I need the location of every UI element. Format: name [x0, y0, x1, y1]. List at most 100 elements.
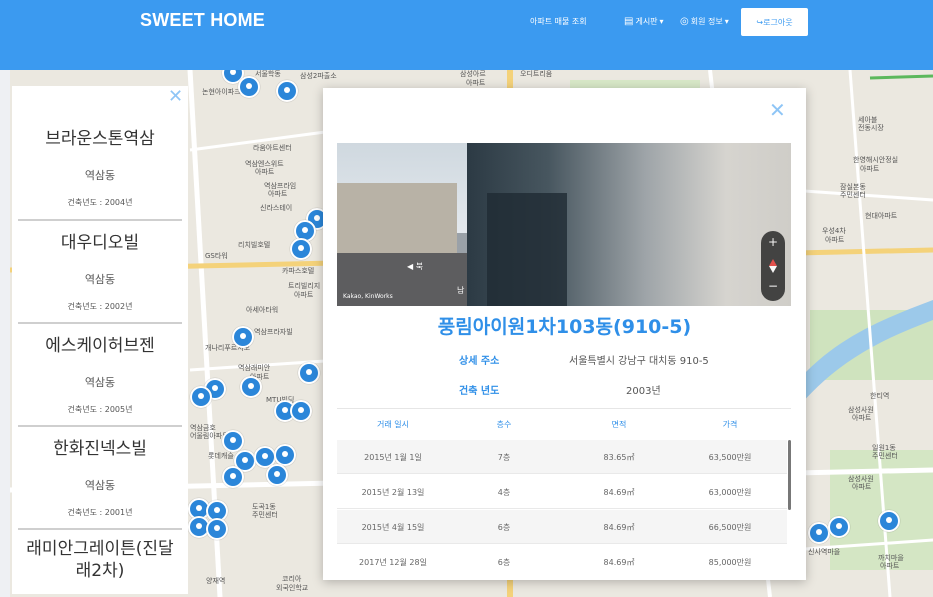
deal-table-header: 거래 일시 층수 면적 가격 [337, 408, 791, 438]
close-icon[interactable]: ✕ [769, 98, 786, 122]
nav-member-info[interactable]: ◎ 회원 정보 ▾ [680, 16, 729, 27]
close-icon[interactable]: ✕ [168, 86, 183, 107]
cell-area: 83.65㎡ [603, 453, 635, 462]
map-label: 아세아타워 [246, 306, 279, 314]
top-nav: 아파트 매물 조회 ▤ 게시판 ▾ ◎ 회원 정보 ▾ ↪ 로그아웃 [0, 8, 933, 36]
map-label: 우성4차 [822, 227, 846, 235]
apt-year: 건축년도 : 2004년 [67, 198, 133, 207]
cell-floor: 6층 [497, 558, 511, 567]
map-label: 삼성아르 [460, 70, 486, 78]
apartment-marker[interactable] [240, 376, 262, 398]
map-label: 아파트 [880, 562, 900, 570]
list-divider [18, 528, 182, 530]
map-label: 아파트 [294, 291, 314, 299]
build-year-label: 건축 년도 [459, 386, 500, 397]
map-label: 양재역 [206, 577, 226, 585]
map-label: 오디트리움 [520, 70, 553, 78]
map-label: GS타워 [205, 252, 228, 260]
cell-date: 2015년 2월 13일 [361, 488, 425, 497]
apartment-marker[interactable] [878, 510, 900, 532]
apartment-marker[interactable] [266, 464, 288, 486]
roadview-direction-south[interactable]: 남 [457, 285, 464, 296]
apt-name: 래미안그레이튼(진달래2차) [26, 539, 174, 581]
map-label: 라움아트센터 [253, 144, 292, 152]
apartment-marker[interactable] [290, 238, 312, 260]
map-label: 외국인학교 [276, 584, 309, 592]
apartment-marker[interactable] [222, 466, 244, 488]
map-label: 롯데캐슬 [208, 452, 234, 460]
nav-board[interactable]: ▤ 게시판 ▾ [624, 16, 664, 27]
apt-dong: 역삼동 [84, 376, 116, 389]
list-item[interactable]: 브라운스톤역삼 역삼동 건축년도 : 2004년 [12, 124, 188, 221]
col-header-floor: 층수 [496, 420, 512, 429]
roadview-image[interactable]: ◀ 북 남 Kakao, KinWorks + − [337, 143, 791, 306]
cell-price: 63,500만원 [708, 453, 752, 462]
cell-price: 85,000만원 [708, 558, 752, 567]
zoom-out-icon[interactable]: − [761, 279, 785, 293]
list-item[interactable]: 에스케이허브젠 역삼동 건축년도 : 2005년 [12, 331, 188, 427]
col-header-price: 가격 [722, 420, 738, 429]
map-label: 전동시장 [858, 124, 884, 132]
map-label: 삼성사원 [848, 406, 874, 414]
nav-apt-search[interactable]: 아파트 매물 조회 [530, 16, 587, 27]
map-label: 아파트 [268, 190, 288, 198]
address-value: 서울특별시 강남구 대치동 910-5 [569, 356, 709, 367]
list-divider [18, 425, 182, 427]
apartment-marker[interactable] [222, 430, 244, 452]
map-label: 아파트 [860, 165, 880, 173]
zoom-in-icon[interactable]: + [761, 235, 785, 249]
nav-board-label: 게시판 [635, 17, 658, 26]
apartment-marker[interactable] [238, 76, 260, 98]
roadview-credit: Kakao, KinWorks [343, 293, 393, 300]
apt-name: 에스케이허브젠 [45, 336, 155, 356]
map-label: 한티역 [870, 392, 890, 400]
map-label: 아파트 [852, 414, 872, 422]
list-item[interactable]: 래미안그레이튼(진달래2차) [12, 538, 188, 594]
map-label: 세아블 [858, 116, 878, 124]
map-label: 아파트 [255, 168, 275, 176]
roadview-controls: + − [761, 231, 785, 301]
logout-button[interactable]: ↪ 로그아웃 [741, 8, 808, 36]
map-label: 현대아파트 [865, 212, 898, 220]
map-label: 삼성사원 [848, 475, 874, 483]
apartment-marker[interactable] [276, 80, 298, 102]
apt-year: 건축년도 : 2001년 [67, 508, 133, 517]
table-row: 2015년 1월 1일 7층 83.65㎡ 63,500만원 [337, 440, 787, 474]
roadview-building [337, 183, 457, 263]
table-row: 2015년 4월 15일 6층 84.69㎡ 66,500만원 [337, 510, 787, 544]
list-item[interactable]: 한화진넥스빌 역삼동 건축년도 : 2001년 [12, 434, 188, 530]
apartment-marker[interactable] [808, 522, 830, 544]
apartment-marker[interactable] [290, 400, 312, 422]
map-label: 도곡1동 [252, 503, 276, 511]
apartment-title: 풍림아이원1차103동(910-5) [437, 316, 692, 338]
board-icon: ▤ [624, 15, 634, 27]
map-label: 코리아 [282, 575, 302, 583]
user-icon: ◎ [680, 15, 689, 27]
map-label: 아파트 [825, 236, 845, 244]
apartment-marker[interactable] [232, 326, 254, 348]
apartment-marker[interactable] [274, 444, 296, 466]
map-label: 신사역마을 [808, 548, 841, 556]
table-scrollbar[interactable] [788, 440, 791, 510]
logout-label: 로그아웃 [763, 17, 793, 27]
map-label: 아파트 [852, 483, 872, 491]
apartment-marker[interactable] [206, 518, 228, 540]
list-divider [18, 219, 182, 221]
map-label: 트리빌리지 [288, 282, 321, 290]
map-label: 서울학동 [255, 70, 281, 78]
apartment-detail-modal: ✕ ◀ 북 남 Kakao, KinWorks + − 풍림아이원1차103동(… [323, 88, 806, 580]
roadview-direction-north[interactable]: ◀ 북 [407, 261, 423, 272]
apartment-marker[interactable] [298, 362, 320, 384]
map-label: 일원1동 [872, 444, 896, 452]
cell-date: 2015년 4월 15일 [361, 523, 425, 532]
deal-table-body[interactable]: 2015년 1월 1일 7층 83.65㎡ 63,500만원 2015년 2월 … [337, 440, 791, 578]
apartment-marker[interactable] [828, 516, 850, 538]
map-label: 한영해시안정실 [853, 156, 899, 164]
apartment-marker[interactable] [190, 386, 212, 408]
table-row: 2015년 2월 13일 4층 84.69㎡ 63,000만원 [337, 475, 787, 509]
map-label: 역삼프라자빌 [254, 328, 293, 336]
list-item[interactable]: 대우디오빌 역삼동 건축년도 : 2002년 [12, 228, 188, 324]
compass-icon[interactable] [768, 259, 778, 273]
nav-member-info-label: 회원 정보 [690, 17, 723, 26]
cell-floor: 4층 [497, 488, 511, 497]
